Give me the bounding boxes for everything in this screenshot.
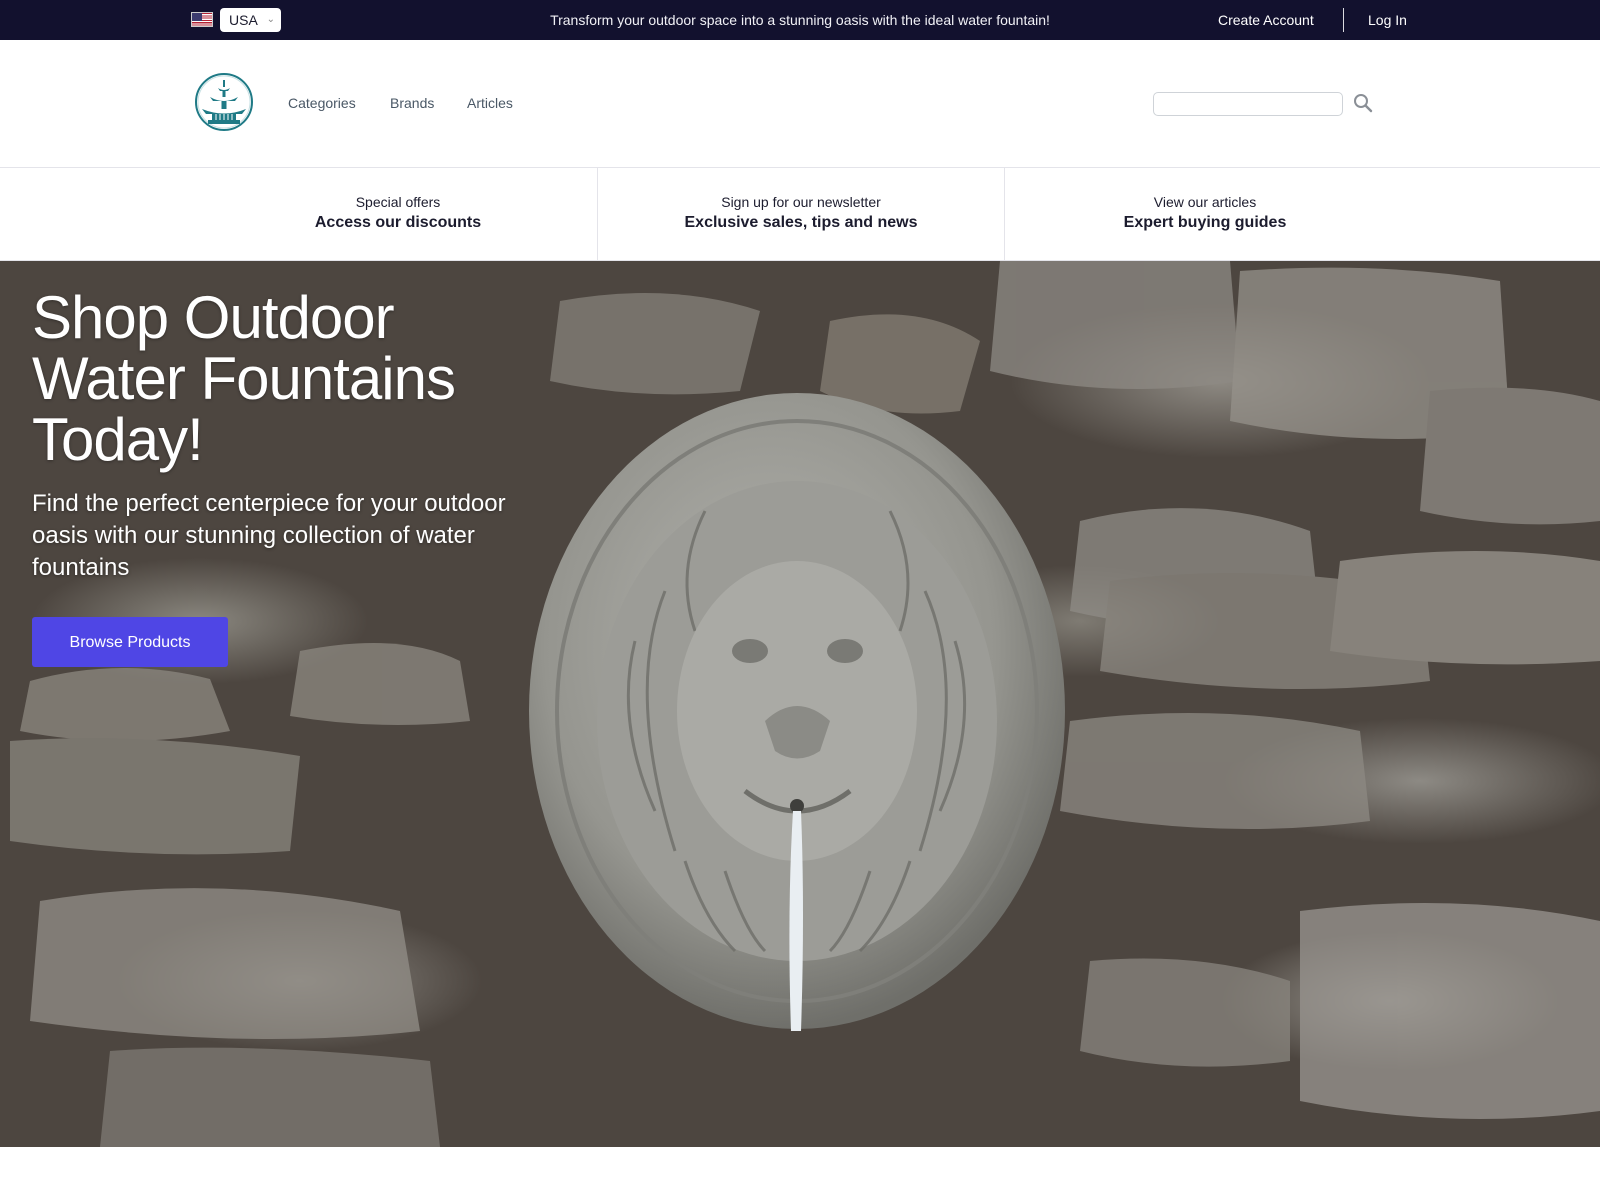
- announcement-bar: USA ⌄ Transform your outdoor space into …: [0, 0, 1600, 40]
- chevron-down-icon: ⌄: [266, 14, 275, 25]
- browse-products-button[interactable]: Browse Products: [32, 617, 228, 667]
- hero-banner: Shop Outdoor Water Fountains Today! Find…: [0, 261, 1600, 1147]
- nav-articles[interactable]: Articles: [467, 95, 513, 111]
- country-selector[interactable]: USA ⌄: [220, 8, 281, 32]
- lion-head-fountain-image: [529, 393, 1065, 1031]
- promo-strip: Special offers Access our discounts Sign…: [0, 168, 1600, 261]
- country-selector-value: USA: [229, 12, 258, 28]
- divider: [1343, 8, 1344, 32]
- promo-small-text: Sign up for our newsletter: [721, 194, 881, 210]
- nav-categories[interactable]: Categories: [288, 95, 356, 111]
- fountain-logo-icon[interactable]: [194, 72, 254, 132]
- promo-big-text: Exclusive sales, tips and news: [684, 214, 918, 231]
- promo-big-text: Expert buying guides: [1123, 214, 1287, 231]
- search-input[interactable]: [1153, 92, 1343, 116]
- log-in-link[interactable]: Log In: [1368, 0, 1407, 40]
- promo-big-text: Access our discounts: [314, 214, 482, 231]
- promo-newsletter[interactable]: Sign up for our newsletter Exclusive sal…: [598, 168, 1004, 261]
- nav-brands[interactable]: Brands: [390, 95, 434, 111]
- search-icon[interactable]: [1352, 92, 1374, 114]
- hero-subtitle: Find the perfect centerpiece for your ou…: [32, 490, 506, 581]
- promo-special-offers[interactable]: Special offers Access our discounts: [198, 168, 598, 261]
- site-header: Categories Brands Articles: [0, 40, 1600, 168]
- promo-small-text: View our articles: [1153, 194, 1257, 210]
- promo-small-text: Special offers: [355, 194, 441, 210]
- hero-title: Shop Outdoor Water Fountains Today!: [32, 284, 456, 473]
- us-flag-icon: [191, 12, 213, 27]
- create-account-link[interactable]: Create Account: [1218, 0, 1314, 40]
- promo-articles[interactable]: View our articles Expert buying guides: [1005, 168, 1405, 261]
